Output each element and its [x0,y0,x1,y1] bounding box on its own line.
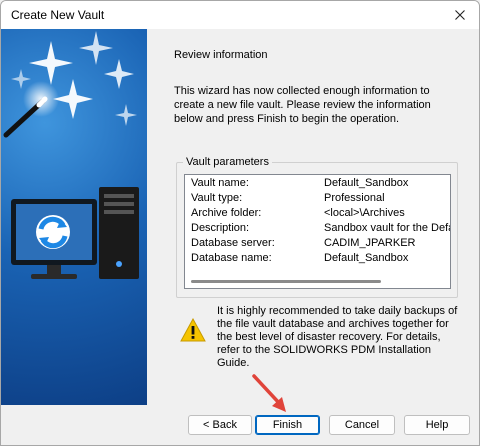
refresh-icon [36,215,70,249]
vault-parameters-label: Vault parameters [183,156,272,168]
scrollbar-thumb[interactable] [191,280,381,283]
back-button[interactable]: < Back [188,415,252,435]
vault-parameters-list[interactable]: Vault name: Default_Sandbox Vault type: … [184,174,451,289]
horizontal-scrollbar[interactable] [185,274,450,288]
parameter-label: Vault type: [191,192,243,204]
finish-button[interactable]: Finish [255,415,320,435]
window-title: Create New Vault [11,8,105,22]
parameter-value: Default_Sandbox [324,252,409,264]
parameter-label: Vault name: [191,177,249,189]
annotation-arrow-icon [252,374,286,412]
help-button[interactable]: Help [404,415,470,435]
intro-text: This wizard has now collected enough inf… [174,85,431,125]
wizard-content: Review information This wizard has now c… [147,29,479,405]
close-button[interactable] [449,5,471,25]
backup-warning-text: It is highly recommended to take daily b… [217,305,458,369]
title-bar: Create New Vault [1,1,479,29]
parameter-label: Archive folder: [191,207,262,219]
create-new-vault-dialog: Create New Vault Review information This… [0,0,480,446]
parameter-value: Professional [324,192,385,204]
parameter-value: <local>\Archives [324,207,405,219]
wizard-side-image [1,29,147,405]
wizard-illustration [3,31,139,279]
parameter-label: Description: [191,222,250,234]
list-item: Description: Sandbox vault for the Defau… [191,222,450,237]
parameter-value: Default_Sandbox [324,177,409,189]
close-icon [455,10,465,20]
cancel-button[interactable]: Cancel [329,415,395,435]
vault-parameters-group: Vault parameters Vault name: Default_San… [176,156,458,298]
dialog-footer: < Back Finish Cancel Help [1,405,479,445]
warning-triangle-icon [180,318,206,342]
parameter-label: Database name: [191,252,272,264]
parameter-value: Sandbox vault for the Default P [324,222,450,234]
list-item: Database server: CADIM_JPARKER [191,237,450,252]
parameter-value: CADIM_JPARKER [324,237,416,249]
page-heading: Review information [174,49,268,61]
parameter-label: Database server: [191,237,275,249]
list-item: Vault type: Professional [191,192,450,207]
list-item: Vault name: Default_Sandbox [191,177,450,192]
list-item: Archive folder: <local>\Archives [191,207,450,222]
list-item: Database name: Default_Sandbox [191,252,450,267]
computer-tower [99,187,139,279]
